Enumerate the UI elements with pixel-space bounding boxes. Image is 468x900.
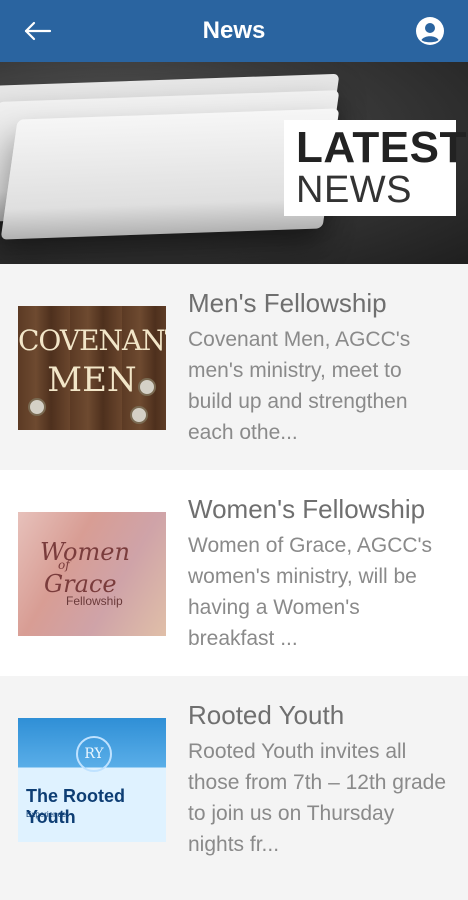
- rooted-youth-badge: RY: [76, 736, 112, 772]
- app-bar: News: [0, 0, 468, 62]
- news-thumbnail-covenant-men: COVENANT MEN: [18, 306, 166, 430]
- news-item-title: Men's Fellowship: [188, 288, 387, 318]
- news-item-rooted-youth[interactable]: RY The Rooted Youth Experience Rooted Yo…: [0, 676, 468, 882]
- thumbnail-text-line2: Experience: [26, 810, 67, 819]
- news-item-description: Women of Grace, AGCC's women's ministry,…: [188, 534, 433, 650]
- news-list: COVENANT MEN Men's Fellowship Covenant M…: [0, 264, 468, 882]
- news-item-title: Women's Fellowship: [188, 494, 426, 524]
- account-circle-icon: [415, 17, 444, 45]
- thumbnail-text-line1: COVENANT: [18, 324, 166, 357]
- news-item-title: Rooted Youth: [188, 700, 345, 730]
- latest-news-badge: LATEST NEWS: [284, 120, 467, 216]
- thumbnail-text-line1: Women: [40, 538, 130, 566]
- news-item-description: Covenant Men, AGCC's men's ministry, mee…: [188, 328, 411, 444]
- latest-news-line2: NEWS: [296, 169, 412, 211]
- page-title: News: [202, 17, 266, 44]
- news-thumbnail-rooted-youth: RY The Rooted Youth Experience: [18, 718, 166, 842]
- news-item-description: Rooted Youth invites all those from 7th …: [188, 740, 446, 856]
- news-item-content: Men's Fellowship Covenant Men, AGCC's me…: [188, 288, 448, 448]
- account-button[interactable]: [414, 15, 446, 47]
- thumbnail-text-line1: The Rooted Youth: [26, 786, 125, 827]
- arrow-left-icon: [24, 21, 52, 41]
- latest-news-line1: LATEST: [296, 123, 467, 172]
- news-item-content: Rooted Youth Rooted Youth invites all th…: [188, 700, 448, 860]
- news-item-womens-fellowship[interactable]: Women of Grace Fellowship Women's Fellow…: [0, 470, 468, 676]
- bolt-decoration: [130, 406, 148, 424]
- thumbnail-text-line4: Fellowship: [66, 594, 123, 608]
- news-item-content: Women's Fellowship Women of Grace, AGCC'…: [188, 494, 448, 654]
- hero-banner: LATEST NEWS: [0, 62, 468, 264]
- bolt-decoration: [138, 378, 156, 396]
- bolt-decoration: [28, 398, 46, 416]
- news-item-mens-fellowship[interactable]: COVENANT MEN Men's Fellowship Covenant M…: [0, 264, 468, 470]
- news-thumbnail-women-of-grace: Women of Grace Fellowship: [18, 512, 166, 636]
- back-button[interactable]: [22, 15, 54, 47]
